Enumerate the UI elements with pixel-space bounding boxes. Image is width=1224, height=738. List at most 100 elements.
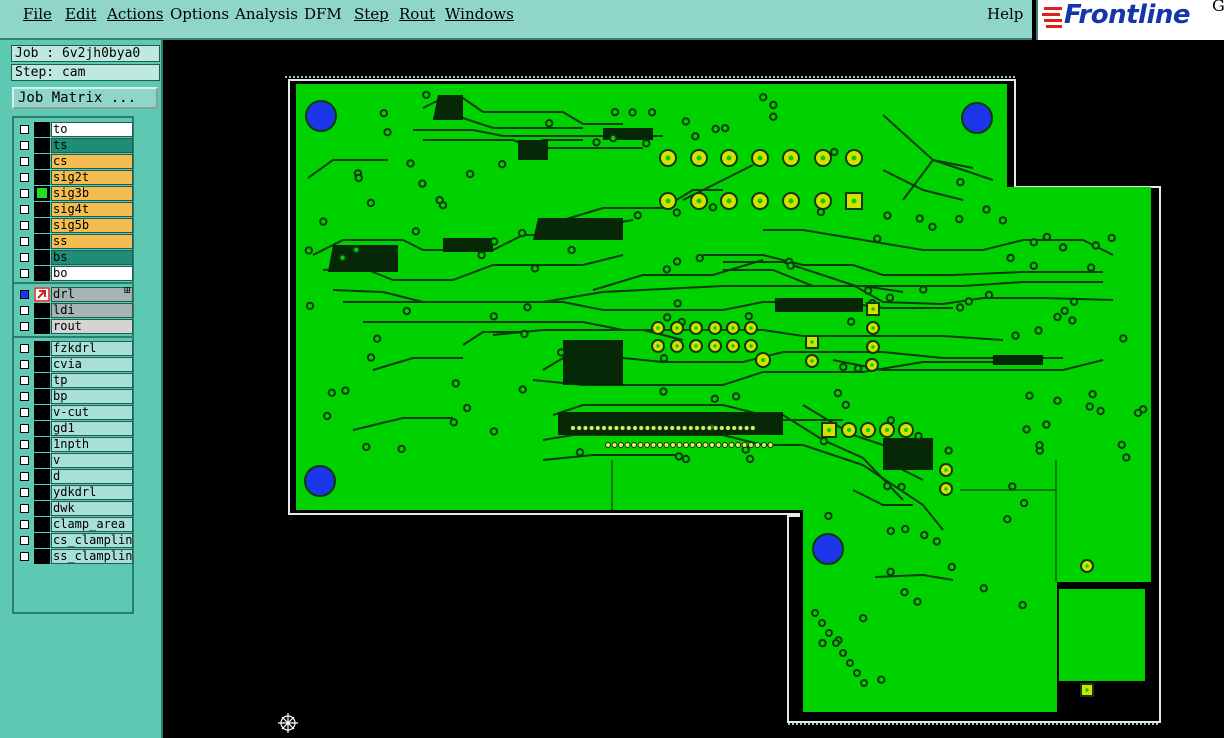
layer-row-cs-clampline[interactable]: cs_clampline bbox=[16, 533, 133, 548]
layer-row-dwk[interactable]: dwk bbox=[16, 501, 133, 516]
layer-row-rout[interactable]: rout bbox=[16, 319, 133, 334]
layer-checkbox[interactable] bbox=[20, 520, 29, 529]
layer-affected-marker[interactable] bbox=[34, 287, 50, 302]
layer-row-ldi[interactable]: ldi bbox=[16, 303, 133, 318]
via-row-20 bbox=[694, 425, 700, 431]
layer-checkbox[interactable] bbox=[20, 344, 29, 353]
layer-affected-marker[interactable] bbox=[34, 218, 50, 233]
layer-affected-marker[interactable] bbox=[34, 122, 50, 137]
menu-edit[interactable]: Edit bbox=[65, 5, 96, 23]
layer-checkbox[interactable] bbox=[20, 536, 29, 545]
layer-affected-marker[interactable] bbox=[34, 517, 50, 532]
layer-row-ss-clampline[interactable]: ss_clampline bbox=[16, 549, 133, 564]
layer-checkbox[interactable] bbox=[20, 269, 29, 278]
layer-affected-marker[interactable] bbox=[34, 469, 50, 484]
layer-affected-marker[interactable] bbox=[34, 549, 50, 564]
layer-checkbox[interactable] bbox=[20, 488, 29, 497]
layer-checkbox[interactable] bbox=[20, 141, 29, 150]
menu-file[interactable]: File bbox=[23, 5, 52, 23]
layer-row-sig2t[interactable]: sig2t bbox=[16, 170, 133, 185]
layer-checkbox[interactable] bbox=[20, 408, 29, 417]
layer-row-ydkdrl[interactable]: ydkdrl bbox=[16, 485, 133, 500]
layer-checkbox[interactable] bbox=[20, 504, 29, 513]
layer-row-tp[interactable]: tp bbox=[16, 373, 133, 388]
layer-affected-marker[interactable] bbox=[34, 533, 50, 548]
layer-row-gd1[interactable]: gd1 bbox=[16, 421, 133, 436]
layer-checkbox[interactable] bbox=[20, 456, 29, 465]
menu-step[interactable]: Step bbox=[354, 5, 389, 23]
layer-affected-marker[interactable] bbox=[34, 389, 50, 404]
layer-row-ts[interactable]: ts bbox=[16, 138, 133, 153]
layer-affected-marker[interactable] bbox=[34, 357, 50, 372]
layer-affected-marker[interactable] bbox=[34, 405, 50, 420]
layer-row-sig3b[interactable]: sig3b bbox=[16, 186, 133, 201]
layer-row-bo[interactable]: bo bbox=[16, 266, 133, 281]
job-matrix-button[interactable]: Job Matrix ... bbox=[12, 87, 158, 109]
layer-affected-marker[interactable] bbox=[34, 266, 50, 281]
menu-actions[interactable]: Actions bbox=[107, 5, 163, 23]
layer-checkbox[interactable] bbox=[20, 173, 29, 182]
layer-affected-marker[interactable] bbox=[34, 234, 50, 249]
layer-affected-marker[interactable] bbox=[34, 341, 50, 356]
graphics-canvas[interactable] bbox=[163, 40, 1224, 738]
layer-row-fzkdrl[interactable]: fzkdrl bbox=[16, 341, 133, 356]
layer-row-sig5b[interactable]: sig5b bbox=[16, 218, 133, 233]
layer-row-1npth[interactable]: 1npth bbox=[16, 437, 133, 452]
via-103 bbox=[327, 388, 337, 397]
layer-checkbox[interactable] bbox=[20, 205, 29, 214]
layer-checkbox[interactable] bbox=[20, 221, 29, 230]
layer-affected-marker[interactable] bbox=[34, 437, 50, 452]
layer-checkbox[interactable] bbox=[20, 472, 29, 481]
layer-affected-marker[interactable] bbox=[34, 453, 50, 468]
layer-menu-icon[interactable]: ⊞ bbox=[123, 286, 131, 296]
layer-row-bs[interactable]: bs bbox=[16, 250, 133, 265]
layer-checkbox[interactable] bbox=[20, 322, 29, 331]
via-9 bbox=[691, 132, 700, 141]
layer-affected-marker[interactable] bbox=[34, 138, 50, 153]
layer-checkbox[interactable] bbox=[20, 360, 29, 369]
via-100 bbox=[462, 403, 472, 413]
menu-analysis[interactable]: Analysis bbox=[235, 5, 298, 23]
layer-row-d[interactable]: d bbox=[16, 469, 133, 484]
layer-checkbox[interactable] bbox=[20, 306, 29, 315]
layer-checkbox[interactable] bbox=[20, 157, 29, 166]
layer-row-clamp-area[interactable]: clamp_area bbox=[16, 517, 133, 532]
layer-affected-marker[interactable] bbox=[34, 186, 50, 201]
layer-affected-marker[interactable] bbox=[34, 373, 50, 388]
layer-affected-marker[interactable] bbox=[34, 485, 50, 500]
layer-affected-marker[interactable] bbox=[34, 319, 50, 334]
layer-affected-marker[interactable] bbox=[34, 250, 50, 265]
menu-help[interactable]: Help bbox=[987, 5, 1023, 23]
layer-checkbox[interactable] bbox=[20, 125, 29, 134]
layer-row-v-cut[interactable]: v-cut bbox=[16, 405, 133, 420]
layer-affected-marker[interactable] bbox=[34, 154, 50, 169]
layer-checkbox[interactable] bbox=[20, 253, 29, 262]
layer-row-drl[interactable]: drl ⊞ bbox=[16, 286, 133, 302]
layer-row-v[interactable]: v bbox=[16, 453, 133, 468]
menu-options[interactable]: Options bbox=[170, 5, 229, 23]
layer-affected-marker[interactable] bbox=[34, 170, 50, 185]
layer-affected-marker[interactable] bbox=[34, 501, 50, 516]
layer-affected-marker[interactable] bbox=[34, 303, 50, 318]
menu-windows[interactable]: Windows bbox=[445, 5, 514, 23]
layer-row-ss[interactable]: ss bbox=[16, 234, 133, 249]
via-23 bbox=[628, 108, 637, 117]
layer-checkbox[interactable] bbox=[20, 189, 29, 198]
layer-checkbox[interactable] bbox=[20, 424, 29, 433]
layer-affected-marker[interactable] bbox=[34, 202, 50, 217]
layer-checkbox[interactable] bbox=[20, 290, 29, 299]
layer-checkbox[interactable] bbox=[20, 392, 29, 401]
pcb-view[interactable] bbox=[163, 40, 1224, 738]
menu-rout[interactable]: Rout bbox=[399, 5, 435, 23]
layer-affected-marker[interactable] bbox=[34, 421, 50, 436]
layer-row-bp[interactable]: bp bbox=[16, 389, 133, 404]
layer-row-cvia[interactable]: cvia bbox=[16, 357, 133, 372]
layer-row-sig4t[interactable]: sig4t bbox=[16, 202, 133, 217]
layer-checkbox[interactable] bbox=[20, 440, 29, 449]
layer-row-to[interactable]: to bbox=[16, 122, 133, 137]
layer-checkbox[interactable] bbox=[20, 376, 29, 385]
layer-row-cs[interactable]: cs bbox=[16, 154, 133, 169]
layer-checkbox[interactable] bbox=[20, 552, 29, 561]
layer-checkbox[interactable] bbox=[20, 237, 29, 246]
menu-dfm[interactable]: DFM bbox=[304, 5, 342, 23]
